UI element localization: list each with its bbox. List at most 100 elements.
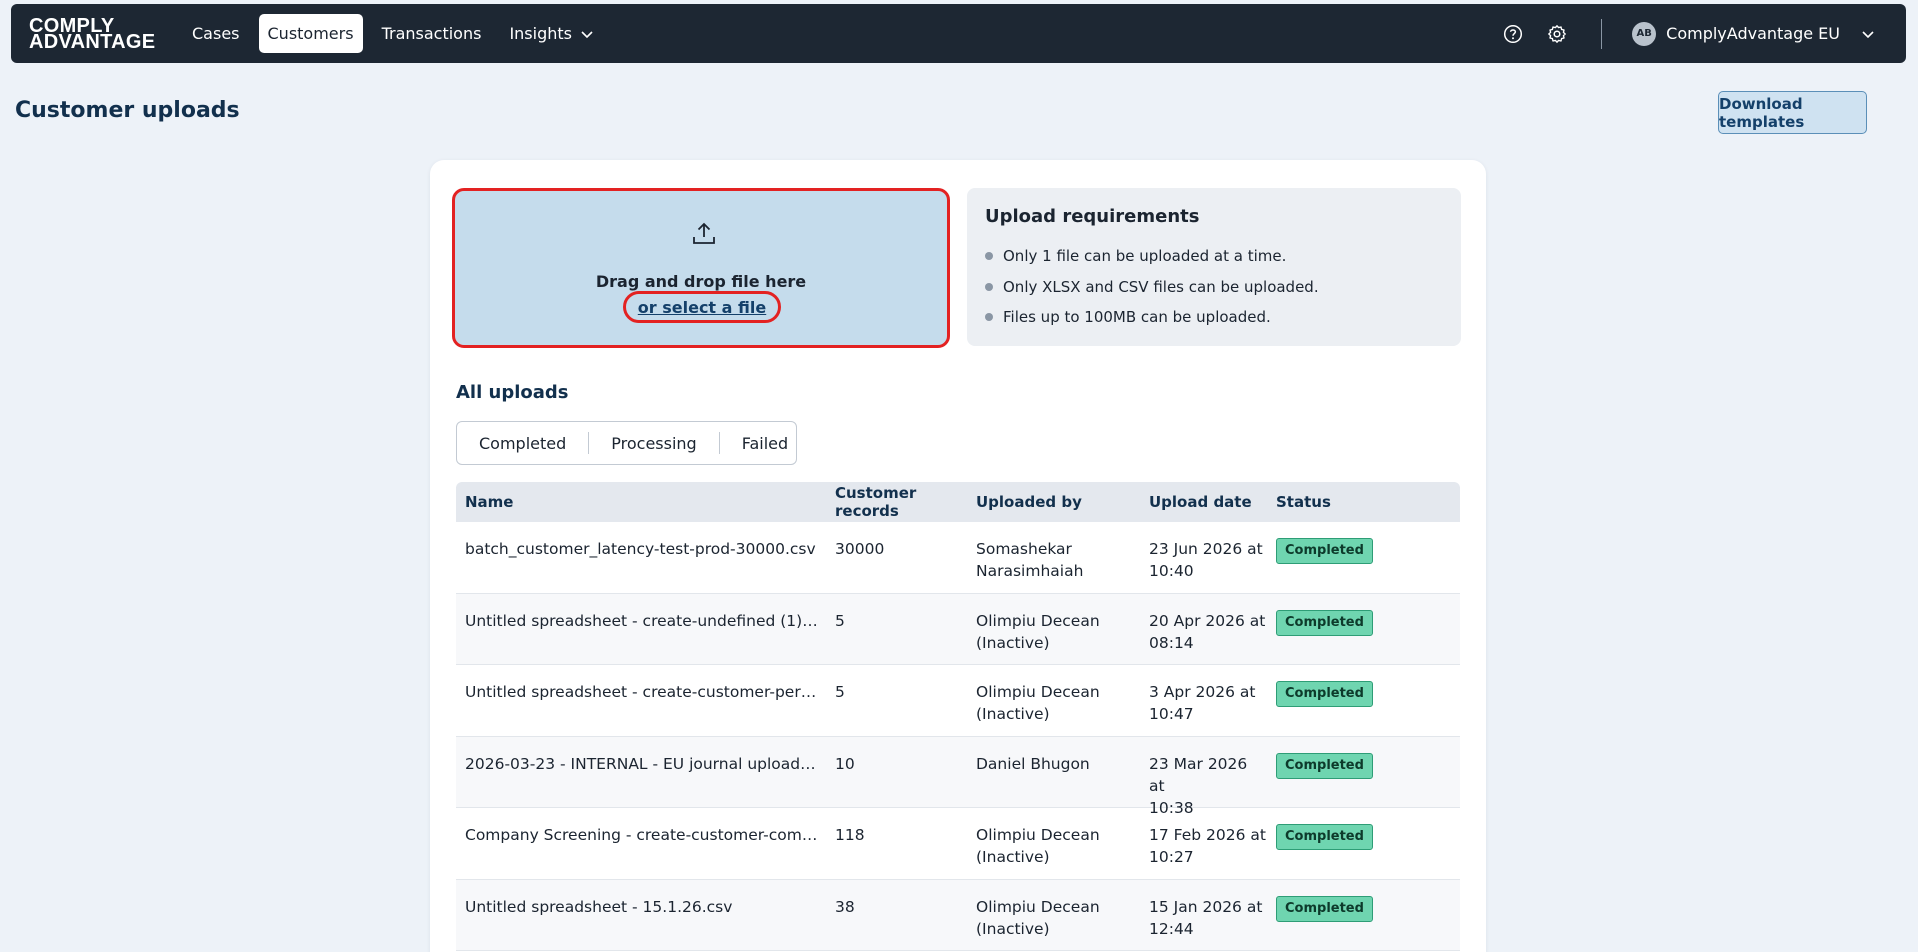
uploader-name: Olimpiu Decean <box>976 683 1100 701</box>
cell-upload-date: 17 Feb 2026 at 10:27 <box>1140 808 1267 879</box>
date-line: 23 Jun 2026 at <box>1149 540 1263 558</box>
account-name: ComplyAdvantage EU <box>1666 24 1840 43</box>
cell-name: Untitled spreadsheet - 15.1.26.csv <box>465 897 733 916</box>
tab-failed[interactable]: Failed <box>718 432 810 454</box>
cell-uploaded-by: Olimpiu Decean (Inactive) <box>967 808 1140 879</box>
select-file-label: or select a file <box>637 297 767 317</box>
cell-name: batch_customer_latency-test-prod-30000.c… <box>465 540 816 558</box>
requirements-title: Upload requirements <box>985 206 1200 227</box>
time-line: 12:44 <box>1149 919 1194 938</box>
cell-uploaded-by: Somashekar Narasimhaiah <box>967 522 1140 593</box>
cell-uploaded-by: Olimpiu Decean (Inactive) <box>967 594 1140 665</box>
page-title: Customer uploads <box>15 98 240 123</box>
dropzone-text: Drag and drop file here <box>595 272 807 291</box>
table-row[interactable]: Untitled spreadsheet - create-customer-p… <box>456 665 1460 737</box>
table-row[interactable]: Untitled spreadsheet - 15.1.26.csv 38 Ol… <box>456 879 1460 951</box>
table-row[interactable]: Company Screening - create-customer-comp… <box>456 808 1460 880</box>
status-badge: Completed <box>1276 824 1373 850</box>
bullet <box>985 313 993 322</box>
nav-item-customers[interactable]: Customers <box>258 14 363 53</box>
help-button[interactable] <box>1491 12 1535 56</box>
table-row[interactable]: batch_customer_latency-test-prod-30000.c… <box>456 522 1460 594</box>
tab-processing[interactable]: Processing <box>588 432 718 454</box>
uploader-name: Olimpiu Decean <box>976 611 1100 630</box>
time-line: 08:14 <box>1149 633 1194 652</box>
status-tabs: Completed Processing Failed <box>456 421 797 465</box>
requirement-text: Only XLSX and CSV files can be uploaded. <box>1003 277 1319 296</box>
column-header-status[interactable]: Status <box>1267 493 1460 511</box>
uploader-name: Somashekar <box>976 540 1072 558</box>
uploader-name-line2: (Inactive) <box>976 919 1050 938</box>
uploader-name: Daniel Bhugon <box>976 754 1090 773</box>
date-line: 17 Feb 2026 at <box>1149 826 1266 844</box>
bullet <box>985 252 993 261</box>
help-icon <box>1504 24 1523 43</box>
uploader-name-line2: (Inactive) <box>976 633 1050 652</box>
cell-name: Untitled spreadsheet - create-undefined … <box>465 611 826 630</box>
status-badge: Completed <box>1276 752 1373 779</box>
time-line: 10:40 <box>1149 562 1194 580</box>
select-file-link[interactable]: or select a file <box>623 291 781 323</box>
cell-uploaded-by: Olimpiu Decean (Inactive) <box>967 665 1140 736</box>
requirement-item: Only 1 file can be uploaded at a time. <box>985 241 1443 272</box>
nav-item-label: Transactions <box>381 24 482 43</box>
table-row[interactable]: Untitled spreadsheet - create-undefined … <box>456 593 1460 665</box>
date-line: 20 Apr 2026 at <box>1149 611 1266 630</box>
column-header-records[interactable]: Customer records <box>826 484 967 520</box>
all-uploads-title: All uploads <box>456 382 569 403</box>
file-dropzone[interactable]: Drag and drop file here or select a file <box>452 188 950 348</box>
nav-item-label: Customers <box>267 24 354 43</box>
cell-records: 5 <box>835 611 845 630</box>
account-menu[interactable]: AB ComplyAdvantage EU <box>1632 21 1876 46</box>
requirement-text: Files up to 100MB can be uploaded. <box>1003 308 1271 327</box>
settings-button[interactable] <box>1535 12 1579 56</box>
nav-item-label: Cases <box>192 24 240 43</box>
date-line: 15 Jan 2026 at <box>1149 897 1263 916</box>
cell-uploaded-by: Olimpiu Decean (Inactive) <box>967 880 1140 951</box>
cell-status: Completed <box>1267 808 1460 879</box>
uploads-card: Drag and drop file here or select a file… <box>430 160 1486 952</box>
table-row[interactable]: 2026-03-23 - INTERNAL - EU journal uploa… <box>456 736 1460 817</box>
uploader-name: Olimpiu Decean <box>976 897 1100 916</box>
uploads-table: Name Customer records Uploaded by Upload… <box>456 482 1460 951</box>
nav-item-label: Insights <box>509 24 572 43</box>
upload-requirements: Upload requirements Only 1 file can be u… <box>967 188 1461 346</box>
uploader-name-line2: (Inactive) <box>976 705 1050 723</box>
tab-completed[interactable]: Completed <box>457 432 588 454</box>
date-line: 3 Apr 2026 at <box>1149 683 1256 701</box>
nav-item-insights[interactable]: Insights <box>500 14 603 53</box>
cell-upload-date: 20 Apr 2026 at 08:14 <box>1140 594 1267 665</box>
uploader-name: Olimpiu Decean <box>976 826 1100 844</box>
status-badge: Completed <box>1276 538 1373 564</box>
download-templates-button[interactable]: Download templates <box>1718 91 1867 134</box>
cell-upload-date: 3 Apr 2026 at 10:47 <box>1140 665 1267 736</box>
column-header-upload-date[interactable]: Upload date <box>1140 493 1267 511</box>
cell-status: Completed <box>1267 522 1460 593</box>
top-navigation: COMPLY ADVANTAGE Cases Customers Transac… <box>11 4 1906 63</box>
bullet <box>985 282 993 291</box>
gear-icon <box>1548 24 1567 43</box>
company-logo[interactable]: COMPLY ADVANTAGE <box>29 16 161 52</box>
cell-upload-date: 23 Mar 2026 at 10:38 <box>1140 737 1267 817</box>
column-header-uploaded-by[interactable]: Uploaded by <box>967 493 1140 511</box>
avatar: AB <box>1632 21 1657 46</box>
nav-item-cases[interactable]: Cases <box>183 14 249 53</box>
cell-status: Completed <box>1267 880 1460 951</box>
time-line: 10:47 <box>1149 705 1194 723</box>
time-line: 10:27 <box>1149 848 1194 866</box>
cell-upload-date: 23 Jun 2026 at 10:40 <box>1140 522 1267 593</box>
column-header-name[interactable]: Name <box>456 493 826 511</box>
date-line: 23 Mar 2026 at <box>1149 754 1248 795</box>
uploader-name-line2: Narasimhaiah <box>976 562 1084 580</box>
upload-icon <box>693 222 715 244</box>
cell-records: 118 <box>835 826 865 844</box>
table-header: Name Customer records Uploaded by Upload… <box>456 482 1460 522</box>
uploader-name-line2: (Inactive) <box>976 848 1050 866</box>
cell-uploaded-by: Daniel Bhugon <box>967 737 1140 808</box>
cell-status: Completed <box>1267 737 1460 808</box>
nav-item-transactions[interactable]: Transactions <box>373 14 491 53</box>
cell-name: Untitled spreadsheet - create-customer-p… <box>465 683 826 701</box>
requirement-item: Only XLSX and CSV files can be uploaded. <box>985 272 1443 303</box>
chevron-down-icon <box>1862 30 1874 38</box>
nav-divider <box>1601 18 1603 49</box>
